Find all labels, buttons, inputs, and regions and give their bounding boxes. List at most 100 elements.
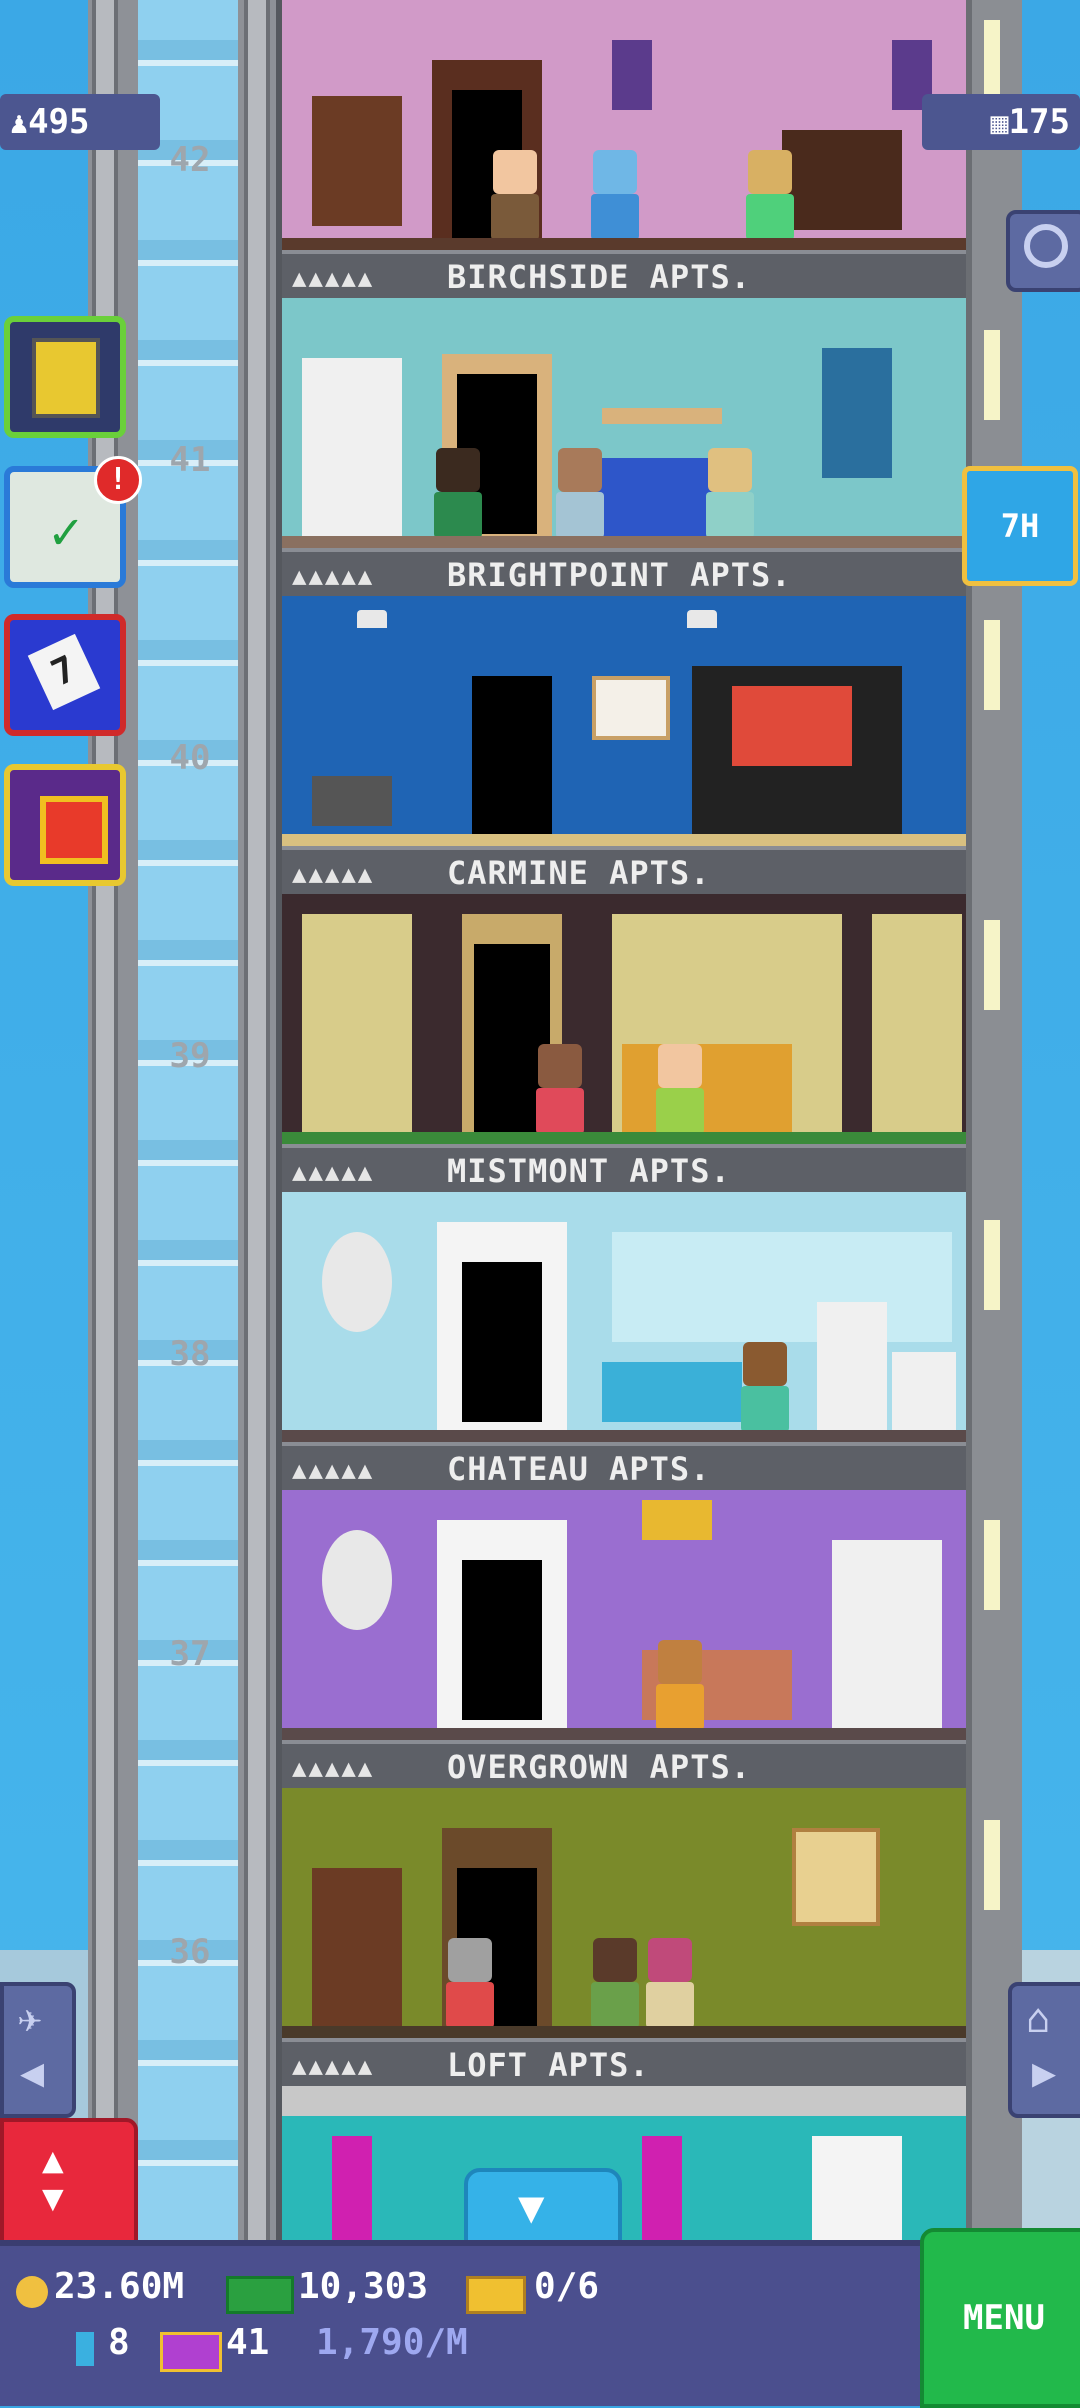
doorway — [462, 1262, 542, 1422]
floor-label: ▲▲▲▲▲ CARMINE APTS. — [282, 846, 966, 896]
vip-value: 41 — [226, 2322, 270, 2363]
floor-brightpoint[interactable]: ▲▲▲▲▲ BRIGHTPOINT APTS. — [282, 298, 966, 598]
ticket-icon — [466, 2276, 526, 2314]
floor-label: ▲▲▲▲▲ MISTMONT APTS. — [282, 1144, 966, 1194]
missions-button[interactable]: ✓ ! — [4, 456, 142, 588]
resident[interactable] — [652, 1640, 708, 1730]
elevator-nav-button[interactable]: ✈ ◀ — [0, 1982, 76, 2118]
pillar — [332, 2136, 372, 2240]
floor-mistmont[interactable]: ▲▲▲▲▲ MISTMONT APTS. — [282, 894, 966, 1194]
floor-number-41: 41 — [169, 440, 211, 480]
room-interior — [282, 596, 966, 846]
floor-label: ▲▲▲▲▲ LOFT APTS. — [282, 2038, 966, 2088]
floor-overgrown[interactable]: ▲▲▲▲▲ OVERGROWN APTS. — [282, 1490, 966, 1790]
resident-count-icons: ▲▲▲▲▲ — [292, 1456, 375, 1484]
coin-icon — [16, 2276, 48, 2308]
room-interior — [282, 1788, 966, 2038]
menu-button[interactable]: MENU — [920, 2228, 1080, 2408]
ceiling-lamp — [357, 610, 387, 628]
banner — [612, 40, 652, 110]
resident-count-icons: ▲▲▲▲▲ — [292, 860, 375, 888]
refrigerator — [817, 1302, 887, 1430]
room-interior — [282, 298, 966, 548]
resident[interactable] — [652, 1044, 708, 1134]
notification-badge: ! — [94, 456, 142, 504]
floor-loft[interactable]: ▲▲▲▲▲ LOFT APTS. — [282, 1788, 966, 2088]
television — [732, 686, 852, 766]
cash-icon — [226, 2276, 294, 2314]
arrow-down-icon: ▼ — [518, 2182, 545, 2233]
resident[interactable] — [430, 448, 486, 538]
wall-light — [984, 1220, 1000, 1310]
resident[interactable] — [742, 150, 798, 240]
elevator-call-button[interactable]: ▲ ▼ — [0, 2118, 138, 2248]
chandelier — [642, 1500, 712, 1540]
room-interior — [282, 894, 966, 1144]
resident-count-icons: ▲▲▲▲▲ — [292, 562, 375, 590]
floor-number-39: 39 — [169, 1036, 211, 1076]
calendar-button[interactable]: 7 — [4, 614, 126, 736]
timer-button[interactable]: 7H — [962, 466, 1078, 586]
cabinet — [832, 1540, 942, 1730]
bux-counter[interactable]: ▦175 — [922, 94, 1080, 150]
tower-icon — [32, 338, 100, 418]
wall-light — [984, 1820, 1000, 1910]
person-icon: ♟ — [10, 106, 29, 141]
doorway — [472, 676, 552, 836]
resident[interactable] — [552, 448, 608, 538]
scroll-down-button[interactable]: ▼ — [464, 2168, 622, 2248]
shelf — [602, 408, 722, 424]
floor-partial[interactable] — [282, 2086, 966, 2240]
elevator-glass — [138, 0, 238, 2240]
floor-boards — [282, 1132, 966, 1144]
income-rate: 1,790/M — [316, 2322, 468, 2363]
search-button[interactable] — [1006, 210, 1080, 292]
floor-boards — [282, 2026, 966, 2038]
floor-name: OVERGROWN APTS. — [447, 1748, 751, 1786]
pillar — [642, 2136, 682, 2240]
resident[interactable] — [587, 150, 643, 240]
table — [312, 776, 392, 826]
resident[interactable] — [642, 1938, 698, 2028]
checklist-icon: ✓ — [50, 502, 82, 562]
magnifier-icon — [1024, 224, 1068, 268]
home-icon: ⌂ — [1026, 1996, 1051, 2042]
floor-number-37: 37 — [169, 1634, 211, 1674]
wall-light — [984, 330, 1000, 420]
arrow-left-icon: ◀ — [20, 2050, 45, 2096]
floor-number-40: 40 — [169, 738, 211, 778]
floor-label: ▲▲▲▲▲ BRIGHTPOINT APTS. — [282, 548, 966, 598]
wallpaper-panel — [872, 914, 962, 1134]
floor-name: BRIGHTPOINT APTS. — [447, 556, 792, 594]
gift-button[interactable] — [4, 764, 126, 886]
wall-light — [984, 1520, 1000, 1610]
bookshelf — [312, 1868, 402, 2028]
floor-chateau[interactable]: ▲▲▲▲▲ CHATEAU APTS. — [282, 1192, 966, 1492]
resident[interactable] — [702, 448, 758, 538]
wall-light — [984, 620, 1000, 710]
floor-birchside[interactable]: ▲▲▲▲▲ BIRCHSIDE APTS. — [282, 0, 966, 300]
bottom-hud: 23.60M 10,303 0/6 8 41 1,790/M — [0, 2240, 1080, 2406]
floor-boards — [282, 536, 966, 548]
home-nav-button[interactable]: ⌂ ▶ — [1008, 1982, 1080, 2118]
floor-name: BIRCHSIDE APTS. — [447, 258, 751, 296]
building-icon: ▦ — [990, 106, 1009, 141]
floor-boards — [282, 1728, 966, 1740]
window-shutters — [822, 348, 892, 478]
tickets-value: 0/6 — [534, 2266, 600, 2307]
coins-value: 23.60M — [54, 2266, 185, 2307]
resident[interactable] — [442, 1938, 498, 2028]
tower-button[interactable] — [4, 316, 126, 438]
resident[interactable] — [487, 150, 543, 240]
resident-count-icons: ▲▲▲▲▲ — [292, 1754, 375, 1782]
floor-carmine[interactable]: ▲▲▲▲▲ CARMINE APTS. — [282, 596, 966, 896]
resident[interactable] — [737, 1342, 793, 1432]
oval-mirror — [322, 1530, 392, 1630]
room-interior — [282, 1490, 966, 1740]
resident[interactable] — [587, 1938, 643, 2028]
resident[interactable] — [532, 1044, 588, 1134]
population-value: 495 — [28, 102, 90, 142]
wall-light — [984, 920, 1000, 1010]
population-counter[interactable]: ♟495 — [0, 94, 160, 150]
floor-name: CHATEAU APTS. — [447, 1450, 711, 1488]
